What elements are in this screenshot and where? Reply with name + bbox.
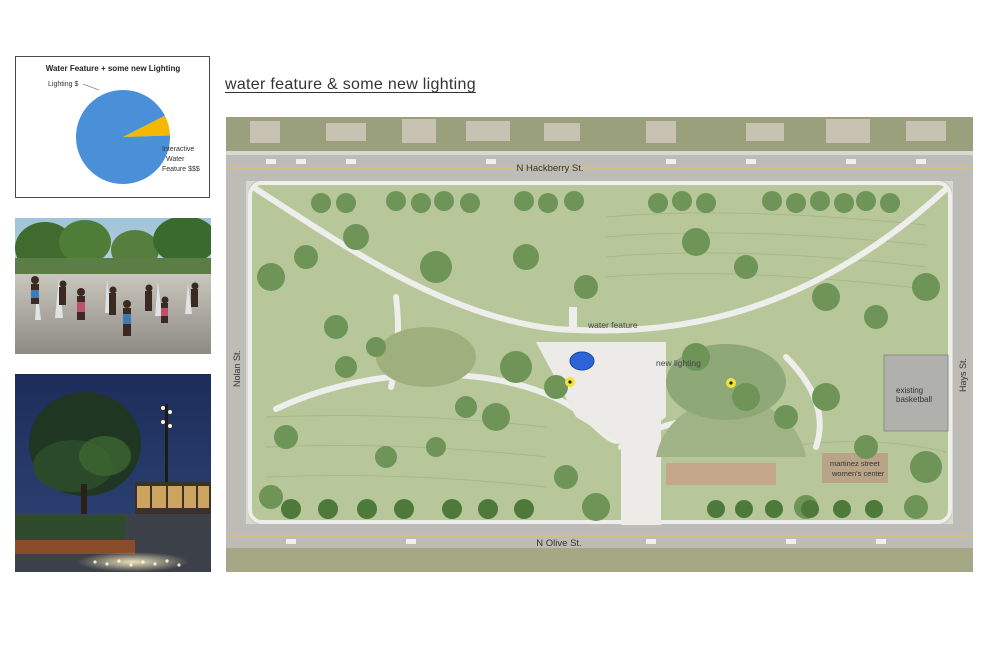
light-marker bbox=[726, 378, 736, 388]
east-street bbox=[953, 155, 973, 548]
womens-center-building bbox=[822, 453, 888, 483]
slice-label-lighting: Lighting $ bbox=[48, 81, 78, 88]
splash-pad-image bbox=[15, 218, 211, 354]
night-plaza-image bbox=[15, 374, 211, 572]
photo-night-lighting bbox=[15, 374, 211, 572]
site-plan: N Hackberry St. N Olive St. Nolan St. Ha… bbox=[226, 117, 973, 572]
water-feature-marker bbox=[569, 351, 595, 371]
pie-chart-panel: Water Feature + some new Lighting Lighti… bbox=[15, 56, 210, 198]
pie-chart: Water Feature + some new Lighting Lighti… bbox=[46, 64, 200, 184]
lighting-leader-line bbox=[82, 83, 100, 91]
street-label-west: Nolan St. bbox=[232, 350, 242, 387]
street-label-north: N Hackberry St. bbox=[516, 163, 583, 174]
chart-title: Water Feature + some new Lighting bbox=[46, 64, 181, 73]
light-marker bbox=[565, 377, 575, 387]
street-label-east: Hays St. bbox=[958, 358, 968, 392]
page-title: water feature & some new lighting bbox=[225, 76, 476, 93]
label-water-feature: water feature bbox=[587, 320, 638, 330]
label-new-lighting: new lighting bbox=[656, 358, 701, 368]
street-label-south: N Olive St. bbox=[536, 538, 581, 549]
slice-label-water: Interactive Water Feature $$$ bbox=[162, 146, 200, 173]
pie-slice-water-feature bbox=[75, 89, 170, 184]
site-plan-map: N Hackberry St. N Olive St. Nolan St. Ha… bbox=[226, 117, 973, 572]
photo-splash-pad bbox=[15, 218, 211, 354]
label-womens-center: martinez street women's center bbox=[830, 459, 885, 478]
